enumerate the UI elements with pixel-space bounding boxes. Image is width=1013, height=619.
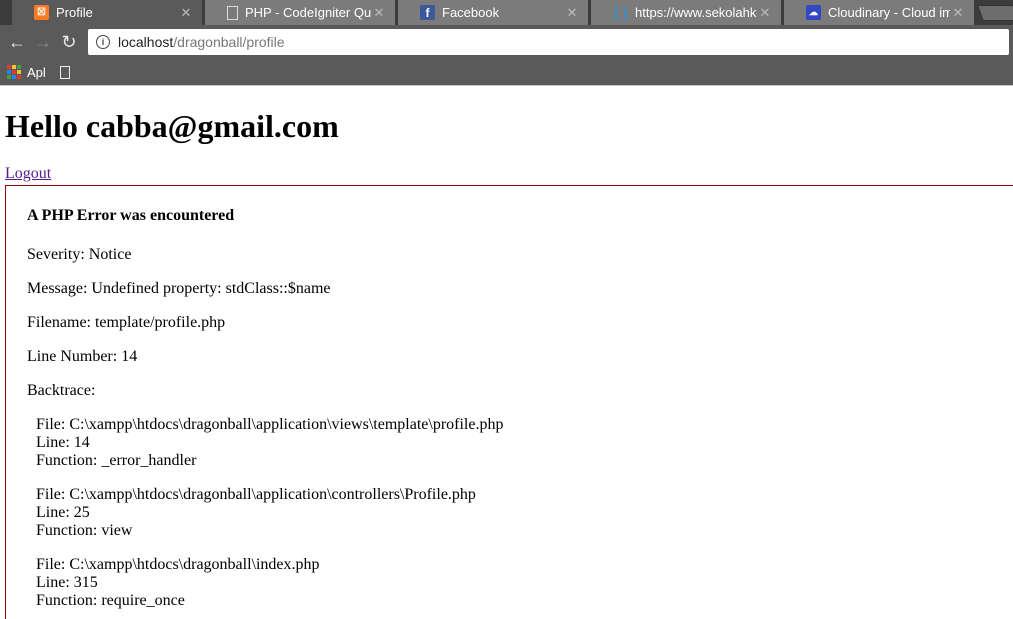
close-tab-icon[interactable]: ✕: [564, 5, 580, 21]
tab-facebook[interactable]: f Facebook ✕: [398, 0, 588, 25]
tab-title: Profile: [56, 5, 93, 20]
error-line-number: Line Number: 14: [27, 348, 138, 365]
page-heading: Hello cabba@gmail.com: [5, 108, 339, 144]
url-path: /dragonball/profile: [173, 34, 285, 50]
error-filename: Filename: template/profile.php: [27, 314, 226, 331]
tab-strip: ☒ Profile ✕ PHP - CodeIgniter Query ✕ f …: [0, 0, 1013, 25]
close-tab-icon[interactable]: ✕: [371, 5, 387, 21]
cloudinary-icon: ☁: [806, 5, 821, 20]
backtrace-file: File: C:\xampp\htdocs\dragonball\applica…: [36, 486, 476, 503]
backtrace-file: File: C:\xampp\htdocs\dragonball\index.p…: [36, 556, 320, 573]
error-message: Message: Undefined property: stdClass::$…: [27, 280, 331, 297]
browser-chrome: ☒ Profile ✕ PHP - CodeIgniter Query ✕ f …: [0, 0, 1013, 86]
tab-title: Facebook: [442, 5, 500, 20]
backtrace-function: Function: require_once: [36, 592, 185, 609]
close-tab-icon[interactable]: ✕: [950, 5, 966, 21]
tab-codeigniter[interactable]: PHP - CodeIgniter Query ✕: [205, 0, 395, 25]
forward-button[interactable]: →: [30, 29, 56, 55]
bookmarks-bar: Apl: [0, 59, 1013, 86]
page-icon: [227, 5, 238, 20]
address-bar[interactable]: i localhost /dragonball/profile: [88, 29, 1009, 55]
backtrace-label: Backtrace:: [27, 382, 96, 399]
backtrace-line: Line: 315: [36, 574, 98, 591]
tab-sekolahkoding[interactable]: [ ] https://www.sekolahkodi ✕: [591, 0, 781, 25]
reload-button[interactable]: ↻: [56, 29, 82, 55]
info-icon[interactable]: i: [96, 35, 110, 49]
close-tab-icon[interactable]: ✕: [757, 5, 773, 21]
close-tab-icon[interactable]: ✕: [178, 5, 194, 21]
tab-title: Cloudinary - Cloud image: [828, 5, 950, 20]
tab-title: https://www.sekolahkodi: [635, 5, 757, 20]
tab-profile[interactable]: ☒ Profile ✕: [12, 0, 202, 25]
backtrace-entry: File: C:\xampp\htdocs\dragonball\applica…: [36, 486, 476, 540]
backtrace-file: File: C:\xampp\htdocs\dragonball\applica…: [36, 416, 504, 433]
logout-link[interactable]: Logout: [5, 165, 51, 183]
new-tab-button[interactable]: [977, 5, 1013, 21]
apps-icon[interactable]: [7, 65, 21, 79]
xampp-icon: ☒: [34, 5, 49, 20]
brackets-icon: [ ]: [614, 5, 627, 20]
backtrace-function: Function: _error_handler: [36, 452, 197, 469]
php-error-box: A PHP Error was encountered Severity: No…: [5, 185, 1013, 619]
back-button[interactable]: ←: [4, 29, 30, 55]
url-host: localhost: [118, 34, 174, 50]
backtrace-line: Line: 25: [36, 504, 90, 521]
tab-title: PHP - CodeIgniter Query: [245, 5, 371, 20]
backtrace-entry: File: C:\xampp\htdocs\dragonball\applica…: [36, 416, 503, 470]
facebook-icon: f: [420, 5, 435, 20]
tab-cloudinary[interactable]: ☁ Cloudinary - Cloud image ✕: [784, 0, 974, 25]
error-title: A PHP Error was encountered: [27, 207, 235, 224]
backtrace-function: Function: view: [36, 522, 133, 539]
apps-bookmark[interactable]: Apl: [27, 65, 46, 80]
error-severity: Severity: Notice: [27, 246, 132, 263]
bookmark-page-icon[interactable]: [59, 65, 70, 79]
backtrace-entry: File: C:\xampp\htdocs\dragonball\index.p…: [36, 556, 320, 610]
navigation-bar: ← → ↻ i localhost /dragonball/profile: [0, 25, 1013, 59]
backtrace-line: Line: 14: [36, 434, 90, 451]
